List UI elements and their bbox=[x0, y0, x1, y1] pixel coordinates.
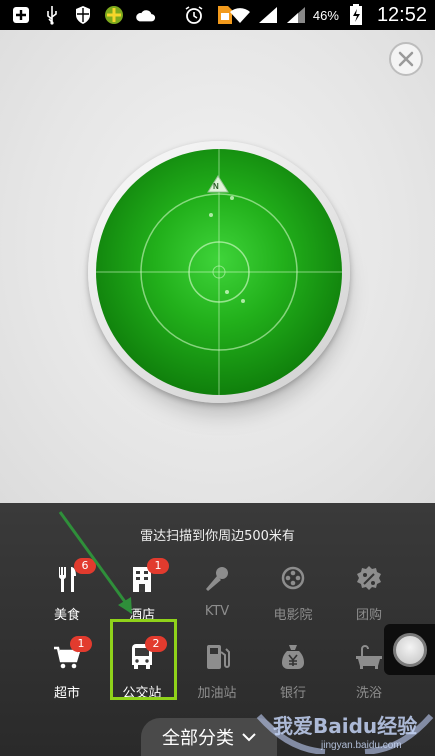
category-groupbuy[interactable]: 团购 bbox=[334, 560, 404, 623]
watermark-url: jingyan.baidu.com bbox=[321, 740, 402, 751]
category-label: 团购 bbox=[355, 608, 382, 623]
cloud-icon bbox=[134, 5, 156, 25]
radar-scanner: N bbox=[88, 141, 350, 415]
category-label: 加油站 bbox=[197, 686, 237, 701]
floating-assist-button[interactable] bbox=[384, 624, 435, 675]
wifi-icon bbox=[229, 5, 251, 25]
all-categories-label: 全部分类 bbox=[162, 728, 234, 749]
category-bank[interactable]: 银行 bbox=[258, 638, 328, 701]
yen-bag-icon bbox=[282, 645, 304, 669]
badge-count: 6 bbox=[74, 558, 96, 574]
battery-icon bbox=[345, 4, 367, 25]
app-icon bbox=[103, 5, 125, 25]
chevron-down-icon bbox=[242, 733, 256, 742]
alarm-icon bbox=[183, 5, 205, 25]
category-ktv[interactable]: KTV bbox=[182, 560, 252, 622]
signal-icon bbox=[285, 5, 307, 25]
assist-circle-icon bbox=[392, 632, 427, 667]
film-reel-icon bbox=[281, 566, 305, 590]
category-label: 美食 bbox=[53, 608, 80, 623]
category-supermarket[interactable]: 1 超市 bbox=[32, 636, 102, 701]
category-label: 电影院 bbox=[273, 608, 313, 623]
panel-title: 雷达扫描到你周边500米有 bbox=[140, 529, 295, 544]
close-icon bbox=[398, 51, 414, 67]
signal-icon bbox=[257, 5, 279, 25]
category-gas-station[interactable]: 加油站 bbox=[182, 638, 252, 701]
shield-icon bbox=[72, 5, 94, 25]
close-button[interactable] bbox=[389, 42, 423, 76]
category-label: KTV bbox=[204, 604, 230, 619]
category-label: 超市 bbox=[53, 686, 80, 701]
category-label: 洗浴 bbox=[355, 686, 382, 701]
watermark: 我爱Baidu经验 jingyan.baidu.com bbox=[255, 710, 435, 756]
microphone-icon bbox=[206, 567, 228, 591]
badge-count: 1 bbox=[147, 558, 169, 574]
category-label: 银行 bbox=[279, 686, 306, 701]
compass-label: N bbox=[213, 182, 219, 191]
battery-percent: 46% bbox=[312, 7, 339, 23]
gas-pump-icon bbox=[207, 645, 230, 669]
percent-icon bbox=[357, 566, 381, 590]
bathtub-icon bbox=[356, 645, 382, 669]
highlight-box bbox=[110, 619, 177, 700]
clock: 12:52 bbox=[376, 3, 427, 26]
usb-icon bbox=[41, 5, 63, 25]
category-cinema[interactable]: 电影院 bbox=[258, 560, 328, 623]
category-hotel[interactable]: 1 酒店 bbox=[107, 558, 177, 623]
badge-count: 1 bbox=[70, 636, 92, 652]
plus-icon bbox=[10, 5, 32, 25]
watermark-text: 我爱Baidu经验 bbox=[273, 714, 418, 738]
radar-area: N bbox=[0, 30, 435, 503]
status-bar: 46% 12:52 bbox=[0, 0, 435, 30]
category-food[interactable]: 6 美食 bbox=[32, 558, 102, 623]
